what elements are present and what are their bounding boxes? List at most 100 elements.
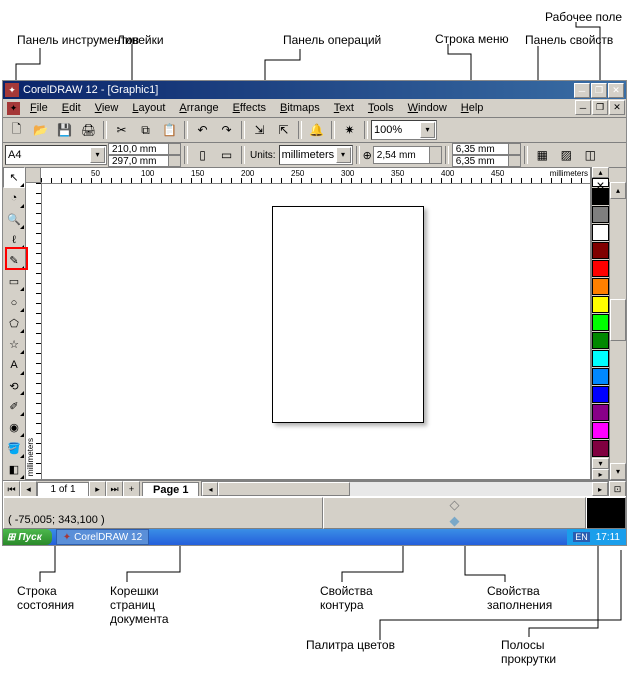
scroll-up-button[interactable]: ▴ <box>610 182 626 199</box>
scroll-right-button[interactable]: ▸ <box>592 482 608 496</box>
paste-button[interactable]: 📋 <box>158 119 181 141</box>
cut-button[interactable]: ✂ <box>110 119 133 141</box>
menu-help[interactable]: Help <box>454 102 491 114</box>
blend-tool[interactable]: ⟲ <box>3 376 25 397</box>
outline-tool[interactable]: ◉ <box>3 417 25 438</box>
scroll-thumb-h[interactable] <box>218 482 350 496</box>
fill-tool[interactable]: 🪣 <box>3 438 25 459</box>
page-last-button[interactable]: ⏭ <box>106 481 123 497</box>
import-button[interactable]: ⇲ <box>248 119 271 141</box>
page-next-button[interactable]: ▸ <box>89 481 106 497</box>
color-swatch[interactable] <box>592 422 609 439</box>
lang-indicator[interactable]: EN <box>573 532 590 542</box>
open-button[interactable]: 📂 <box>29 119 52 141</box>
scroll-left-button[interactable]: ◂ <box>202 482 218 496</box>
max-button[interactable]: ❐ <box>591 83 607 98</box>
color-swatch[interactable] <box>592 440 609 457</box>
doc-icon[interactable]: ✦ <box>7 102 20 115</box>
drawing-canvas[interactable] <box>41 183 591 480</box>
menu-arrange[interactable]: Arrange <box>172 102 225 114</box>
color-swatch[interactable] <box>592 404 609 421</box>
page-prev-button[interactable]: ◂ <box>20 481 37 497</box>
ruler-vertical[interactable]: millimeters <box>25 182 42 480</box>
interactive-fill-tool[interactable]: ◧ <box>3 459 25 480</box>
menu-view[interactable]: View <box>88 102 126 114</box>
eyedropper-tool[interactable]: ✐ <box>3 396 25 417</box>
menu-effects[interactable]: Effects <box>226 102 273 114</box>
pick-tool[interactable]: ↖ <box>3 167 25 188</box>
shapes-tool[interactable]: ☆ <box>3 334 25 355</box>
dup-x-input[interactable]: 6,35 mm <box>452 143 521 155</box>
nav-button[interactable]: ⊡ <box>609 481 626 497</box>
copy-button[interactable]: ⧉ <box>134 119 157 141</box>
undo-button[interactable]: ↶ <box>191 119 214 141</box>
zoom-tool[interactable]: 🔍 <box>3 209 25 230</box>
nudge-input[interactable]: 2,54 mm <box>373 146 442 164</box>
start-button[interactable]: ⊞Пуск <box>3 529 52 545</box>
app-launcher-button[interactable]: 🔔 <box>305 119 328 141</box>
menu-text[interactable]: Text <box>327 102 361 114</box>
new-button[interactable]: 🗋 <box>5 119 28 141</box>
polygon-tool[interactable]: ⬠ <box>3 313 25 334</box>
text-tool[interactable]: A <box>3 355 25 376</box>
palette-down-button[interactable]: ▾ <box>592 458 609 469</box>
export-button[interactable]: ⇱ <box>272 119 295 141</box>
menu-window[interactable]: Window <box>401 102 454 114</box>
taskbar-item[interactable]: ✦CorelDRAW 12 <box>56 529 149 545</box>
scrollbar-horizontal[interactable]: ◂ ▸ <box>201 481 609 497</box>
color-swatch[interactable] <box>592 332 609 349</box>
options-button[interactable]: ◫ <box>579 144 602 166</box>
color-swatch[interactable] <box>592 224 609 241</box>
dup-y-input[interactable]: 6,35 mm <box>452 155 521 167</box>
zoom-combo[interactable]: 100% <box>371 120 437 140</box>
save-button[interactable]: 💾 <box>53 119 76 141</box>
doc-close-button[interactable]: ✕ <box>609 100 625 115</box>
menu-tools[interactable]: Tools <box>361 102 401 114</box>
color-swatch[interactable] <box>592 386 609 403</box>
color-swatch[interactable] <box>592 278 609 295</box>
no-color-swatch[interactable]: × <box>592 178 609 187</box>
page[interactable] <box>272 206 424 423</box>
menu-edit[interactable]: Edit <box>55 102 88 114</box>
paper-height-input[interactable]: 297,0 mm <box>108 155 181 167</box>
doc-max-button[interactable]: ❐ <box>592 100 608 115</box>
color-swatch[interactable] <box>592 206 609 223</box>
snap-button[interactable]: ▦ <box>531 144 554 166</box>
color-swatch[interactable] <box>592 260 609 277</box>
rectangle-tool[interactable]: ▭ <box>3 271 25 292</box>
color-swatch[interactable] <box>592 368 609 385</box>
redo-button[interactable]: ↷ <box>215 119 238 141</box>
task-label: CorelDRAW 12 <box>74 532 142 543</box>
label-rulers: Линейки <box>117 33 164 47</box>
menu-layout[interactable]: Layout <box>125 102 172 114</box>
units-combo[interactable]: millimeters <box>279 145 353 165</box>
portrait-button[interactable]: ▯ <box>191 144 214 166</box>
scroll-down-button[interactable]: ▾ <box>610 463 626 480</box>
scrollbar-vertical[interactable]: ▴ ▾ <box>609 182 626 480</box>
landscape-button[interactable]: ▭ <box>215 144 238 166</box>
palette-expand-button[interactable]: ▸ <box>592 469 609 480</box>
print-button[interactable]: 🖨 <box>77 119 100 141</box>
color-swatch[interactable] <box>592 296 609 313</box>
paper-size-combo[interactable]: A4 <box>5 145 107 165</box>
page-add-button[interactable]: + <box>123 481 140 497</box>
color-swatch[interactable] <box>592 350 609 367</box>
paper-width-input[interactable]: 210,0 mm <box>108 143 181 155</box>
snap2-button[interactable]: ▨ <box>555 144 578 166</box>
ellipse-tool[interactable]: ○ <box>3 292 25 313</box>
scroll-thumb-v[interactable] <box>610 299 626 341</box>
page-first-button[interactable]: ⏮ <box>3 481 20 497</box>
shape-tool[interactable]: ◔ <box>3 188 25 209</box>
min-button[interactable]: ─ <box>574 83 590 98</box>
menu-bitmaps[interactable]: Bitmaps <box>273 102 327 114</box>
color-swatch[interactable] <box>592 314 609 331</box>
page-tab[interactable]: Page 1 <box>142 482 199 497</box>
color-swatch[interactable] <box>592 242 609 259</box>
menu-file[interactable]: File <box>23 102 55 114</box>
corel-online-button[interactable]: ✷ <box>338 119 361 141</box>
doc-min-button[interactable]: ─ <box>575 100 591 115</box>
close-button[interactable]: ✕ <box>608 83 624 98</box>
status-color-swatch[interactable] <box>586 497 626 529</box>
ruler-horizontal[interactable]: 50 100 150 200 250 300 350 400 450 milli… <box>40 167 591 184</box>
titlebar[interactable]: ✦ CorelDRAW 12 - [Graphic1] ─ ❐ ✕ <box>3 81 626 99</box>
